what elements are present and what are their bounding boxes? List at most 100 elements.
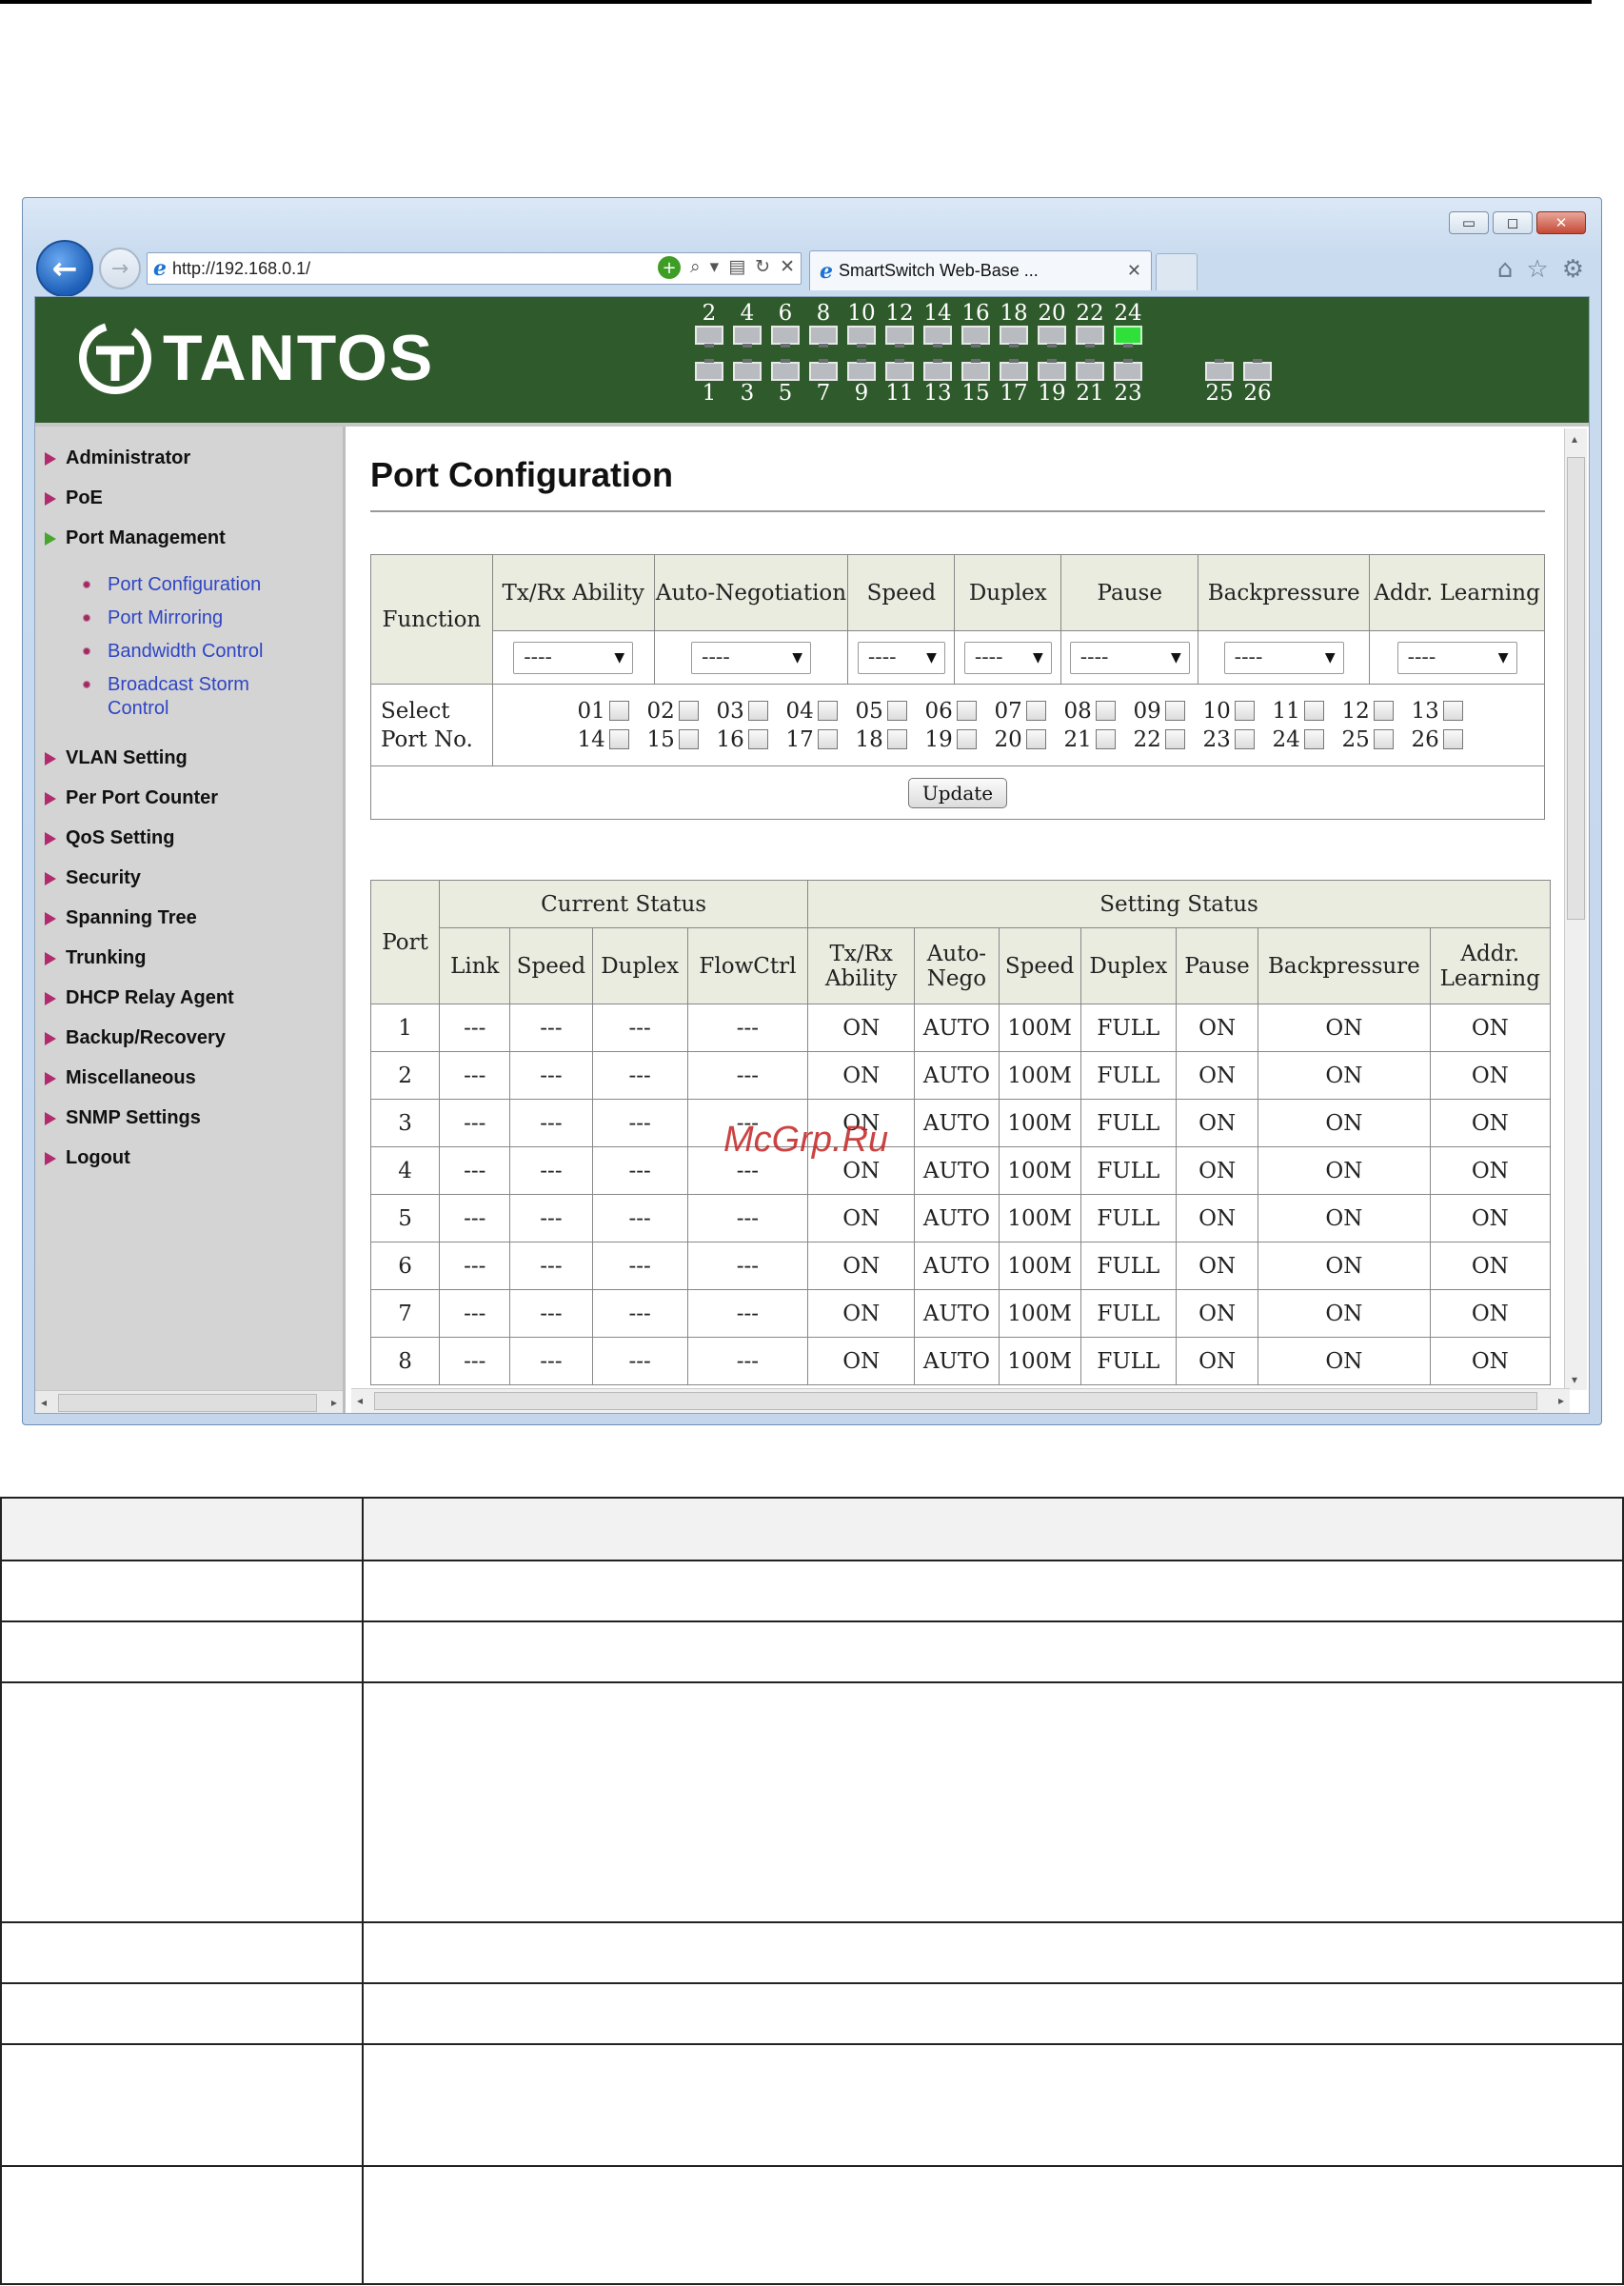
minimize-icon[interactable]: ▭ bbox=[1449, 211, 1489, 234]
scroll-left-icon[interactable]: ◂ bbox=[41, 1396, 47, 1409]
port-checkbox[interactable] bbox=[1164, 701, 1185, 721]
port-checkbox-item[interactable]: 07 bbox=[977, 699, 1046, 724]
back-arrow-icon[interactable]: ← bbox=[36, 240, 93, 297]
gear-icon[interactable]: ⚙ bbox=[1562, 255, 1584, 284]
horizontal-scrollbar[interactable]: ◂ ▸ bbox=[351, 1388, 1570, 1413]
sidebar-item-miscellaneous[interactable]: Miscellaneous bbox=[45, 1067, 196, 1089]
sidebar-item-spanning-tree[interactable]: Spanning Tree bbox=[45, 907, 197, 929]
refresh-icon[interactable]: ↻ bbox=[755, 256, 770, 279]
sidebar-item-port-management[interactable]: Port Management bbox=[45, 527, 226, 549]
port-checkbox-item[interactable]: 04 bbox=[768, 699, 838, 724]
update-button[interactable]: Update bbox=[907, 777, 1008, 808]
port-checkbox[interactable] bbox=[1373, 701, 1394, 721]
port-checkbox[interactable] bbox=[1025, 729, 1046, 749]
port-checkbox[interactable] bbox=[678, 729, 699, 749]
port-checkbox[interactable] bbox=[886, 729, 907, 749]
search-icon[interactable]: ⌕ bbox=[690, 256, 701, 279]
port-checkbox-item[interactable]: 23 bbox=[1185, 727, 1255, 752]
browser-tab[interactable]: e SmartSwitch Web-Base ... ✕ bbox=[809, 250, 1152, 290]
compatibility-icon[interactable]: + bbox=[658, 256, 682, 279]
compat-view-icon[interactable]: ▤ bbox=[728, 256, 745, 279]
sidebar-scroll-thumb[interactable] bbox=[58, 1394, 317, 1412]
submenu-item-broadcast-storm-control[interactable]: Broadcast Storm Control bbox=[83, 673, 264, 721]
port-checkbox-item[interactable]: 24 bbox=[1255, 727, 1324, 752]
port-checkbox[interactable] bbox=[1164, 729, 1185, 749]
port-checkbox[interactable] bbox=[1234, 701, 1255, 721]
sidebar-item-vlan-setting[interactable]: VLAN Setting bbox=[45, 747, 188, 769]
autoneg-select[interactable]: ---- ▼ bbox=[691, 641, 812, 674]
sidebar-item-trunking[interactable]: Trunking bbox=[45, 947, 146, 969]
star-icon[interactable]: ☆ bbox=[1526, 255, 1548, 284]
address-bar[interactable]: e http://192.168.0.1/ + ⌕ ▾ ▤ ↻ ✕ bbox=[147, 252, 802, 285]
port-checkbox-item[interactable]: 19 bbox=[907, 727, 977, 752]
port-checkbox-item[interactable]: 10 bbox=[1185, 699, 1255, 724]
port-checkbox-item[interactable]: 11 bbox=[1255, 699, 1324, 724]
port-checkbox[interactable] bbox=[747, 701, 768, 721]
submenu-item-bandwidth-control[interactable]: Bandwidth Control bbox=[83, 640, 263, 664]
port-checkbox[interactable] bbox=[678, 701, 699, 721]
port-checkbox[interactable] bbox=[608, 729, 629, 749]
scroll-right-icon[interactable]: ▸ bbox=[331, 1396, 337, 1409]
port-checkbox-item[interactable]: 17 bbox=[768, 727, 838, 752]
forward-arrow-icon[interactable]: → bbox=[99, 248, 141, 289]
stop-icon[interactable]: ✕ bbox=[780, 256, 795, 279]
scroll-right-icon[interactable]: ▸ bbox=[1558, 1394, 1564, 1407]
port-checkbox[interactable] bbox=[1373, 729, 1394, 749]
port-checkbox[interactable] bbox=[1442, 729, 1463, 749]
scroll-up-icon[interactable]: ▴ bbox=[1572, 432, 1577, 446]
port-checkbox[interactable] bbox=[817, 729, 838, 749]
port-checkbox[interactable] bbox=[956, 729, 977, 749]
sidebar-item-administrator[interactable]: Administrator bbox=[45, 447, 190, 469]
vertical-scrollbar[interactable]: ▴ ▾ bbox=[1564, 428, 1587, 1390]
port-checkbox-item[interactable]: 22 bbox=[1116, 727, 1185, 752]
scroll-down-icon[interactable]: ▾ bbox=[1572, 1373, 1577, 1386]
port-checkbox-item[interactable]: 09 bbox=[1116, 699, 1185, 724]
port-checkbox-item[interactable]: 05 bbox=[838, 699, 907, 724]
port-checkbox[interactable] bbox=[608, 701, 629, 721]
port-checkbox-item[interactable]: 25 bbox=[1324, 727, 1394, 752]
port-checkbox-item[interactable]: 26 bbox=[1394, 727, 1463, 752]
addr-learning-select[interactable]: ---- ▼ bbox=[1396, 641, 1517, 674]
port-checkbox-item[interactable]: 18 bbox=[838, 727, 907, 752]
duplex-select[interactable]: ---- ▼ bbox=[963, 641, 1052, 674]
port-checkbox-item[interactable]: 01 bbox=[560, 699, 629, 724]
sidebar-item-backup-recovery[interactable]: Backup/Recovery bbox=[45, 1027, 226, 1049]
sidebar-item-logout[interactable]: Logout bbox=[45, 1147, 130, 1169]
home-icon[interactable]: ⌂ bbox=[1497, 255, 1514, 284]
port-checkbox-item[interactable]: 02 bbox=[629, 699, 699, 724]
port-checkbox[interactable] bbox=[1095, 701, 1116, 721]
sidebar-item-dhcp-relay-agent[interactable]: DHCP Relay Agent bbox=[45, 987, 234, 1009]
port-checkbox[interactable] bbox=[1025, 701, 1046, 721]
submenu-item-port-mirroring[interactable]: Port Mirroring bbox=[83, 606, 223, 630]
horizontal-scroll-thumb[interactable] bbox=[374, 1392, 1537, 1410]
dropdown-icon[interactable]: ▾ bbox=[710, 256, 720, 279]
port-checkbox[interactable] bbox=[1234, 729, 1255, 749]
txrx-select[interactable]: ---- ▼ bbox=[513, 641, 634, 674]
sidebar-item-per-port-counter[interactable]: Per Port Counter bbox=[45, 787, 218, 809]
submenu-item-port-configuration[interactable]: Port Configuration bbox=[83, 573, 261, 597]
port-checkbox-item[interactable]: 13 bbox=[1394, 699, 1463, 724]
port-checkbox[interactable] bbox=[1303, 701, 1324, 721]
port-checkbox-item[interactable]: 16 bbox=[699, 727, 768, 752]
tab-close-icon[interactable]: ✕ bbox=[1127, 261, 1141, 281]
speed-select[interactable]: ---- ▼ bbox=[857, 641, 945, 674]
port-checkbox[interactable] bbox=[886, 701, 907, 721]
close-icon[interactable]: ✕ bbox=[1536, 211, 1586, 234]
port-checkbox[interactable] bbox=[1303, 729, 1324, 749]
port-checkbox-item[interactable]: 14 bbox=[560, 727, 629, 752]
port-checkbox-item[interactable]: 06 bbox=[907, 699, 977, 724]
sidebar-scrollbar[interactable]: ◂ ▸ bbox=[35, 1390, 343, 1413]
sidebar-item-qos-setting[interactable]: QoS Setting bbox=[45, 827, 174, 849]
pause-select[interactable]: ---- ▼ bbox=[1069, 641, 1190, 674]
port-checkbox-item[interactable]: 03 bbox=[699, 699, 768, 724]
port-checkbox[interactable] bbox=[1442, 701, 1463, 721]
port-checkbox[interactable] bbox=[747, 729, 768, 749]
sidebar-item-poe[interactable]: PoE bbox=[45, 487, 103, 509]
backpressure-select[interactable]: ---- ▼ bbox=[1223, 641, 1344, 674]
port-checkbox-item[interactable]: 15 bbox=[629, 727, 699, 752]
port-checkbox-item[interactable]: 12 bbox=[1324, 699, 1394, 724]
vertical-scroll-thumb[interactable] bbox=[1567, 457, 1585, 920]
port-checkbox-item[interactable]: 20 bbox=[977, 727, 1046, 752]
new-tab-button[interactable] bbox=[1156, 253, 1198, 290]
sidebar-item-security[interactable]: Security bbox=[45, 867, 141, 889]
